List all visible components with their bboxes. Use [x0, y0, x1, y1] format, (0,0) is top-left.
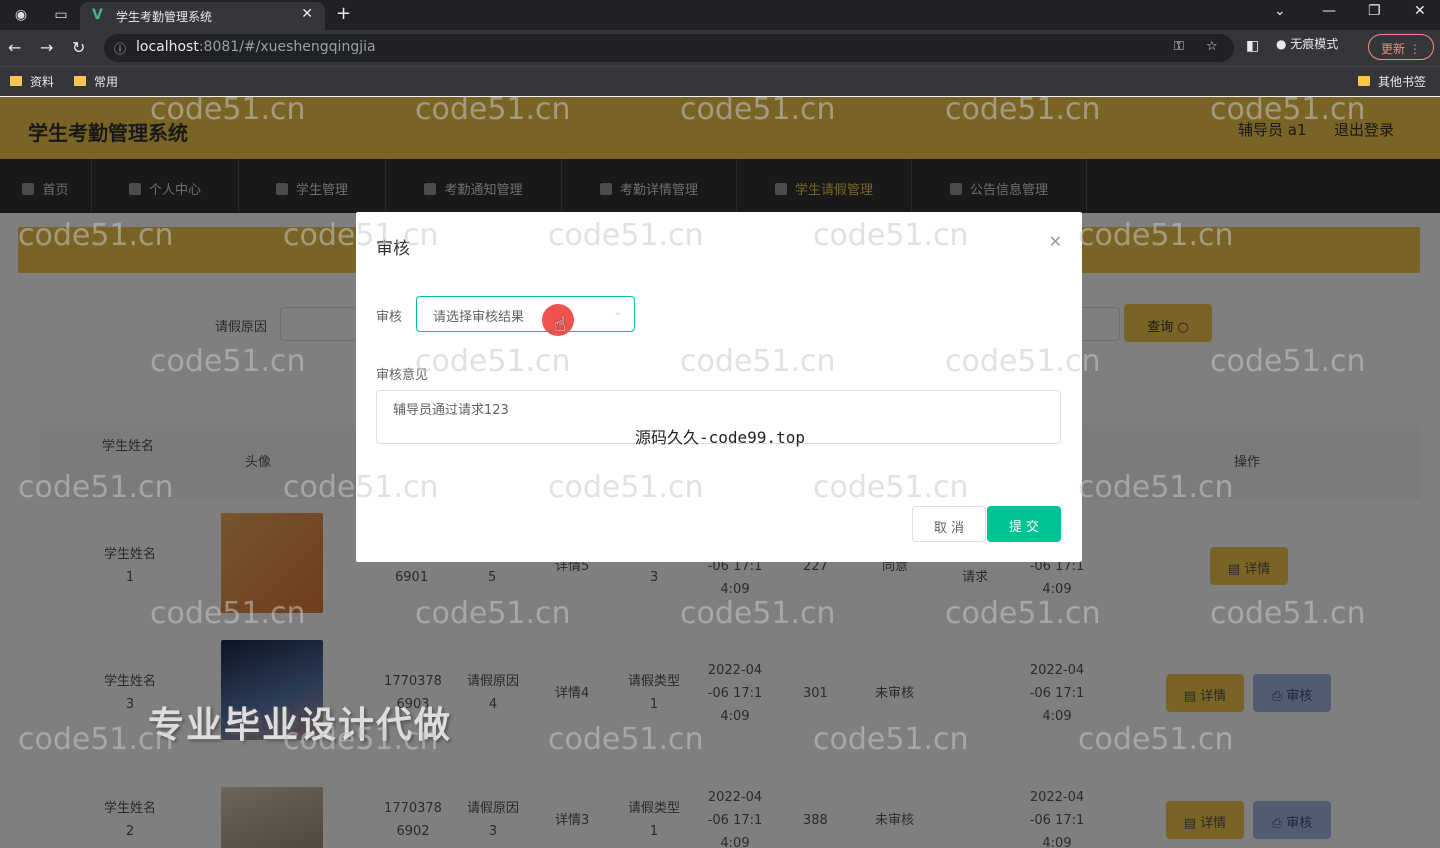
tab-list-icon[interactable]: ⌄	[1274, 3, 1286, 19]
key-icon[interactable]: ⚿	[1174, 39, 1184, 54]
review-dialog: 审核 ✕ 审核 请选择审核结果 ⌄ ☝ 审核意见 辅导员通过请求123 取 消 …	[356, 212, 1082, 562]
hand-cursor-icon: ☝	[554, 312, 567, 336]
site-info-icon[interactable]: ⓘ	[114, 40, 126, 57]
folder-icon	[74, 76, 86, 86]
forward-icon[interactable]: →	[40, 38, 53, 57]
incognito-indicator[interactable]: ● 无痕模式	[1276, 35, 1338, 52]
minimize-icon[interactable]: —	[1322, 3, 1336, 19]
url-text: localhost:8081/#/xueshengqingjia	[136, 39, 376, 55]
browser-tab[interactable]: V 学生考勤管理系统 ✕	[80, 2, 325, 30]
select-placeholder: 请选择审核结果	[433, 310, 525, 325]
close-icon[interactable]: ✕	[1049, 232, 1062, 251]
sidepanel-icon[interactable]: ◧	[1246, 38, 1259, 54]
bookmarks-bar: 资料 常用 其他书签	[0, 66, 1440, 96]
tab-title: 学生考勤管理系统	[116, 10, 213, 24]
browser-menu-icon[interactable]: ◉	[12, 6, 30, 24]
url-field[interactable]: ⓘ localhost:8081/#/xueshengqingjia ⚿ ☆	[104, 34, 1234, 62]
cancel-button[interactable]: 取 消	[912, 506, 986, 542]
restore-icon[interactable]: ❐	[1368, 3, 1381, 19]
vue-icon: V	[92, 7, 103, 23]
bookmark-folder[interactable]: 资料	[10, 73, 54, 90]
address-bar-row: ← → ↻ ⓘ localhost:8081/#/xueshengqingjia…	[0, 30, 1440, 66]
tab-search-icon[interactable]: ▭	[52, 6, 70, 24]
star-icon[interactable]: ☆	[1206, 39, 1218, 54]
review-label: 审核	[376, 310, 403, 325]
opinion-label: 审核意见	[376, 368, 429, 383]
browser-tabbar: ◉ ▭ V 学生考勤管理系统 ✕ + ⌄ — ❐ ✕	[0, 0, 1440, 30]
folder-icon	[10, 76, 22, 86]
reload-icon[interactable]: ↻	[72, 38, 85, 57]
close-window-icon[interactable]: ✕	[1414, 3, 1426, 19]
new-tab-icon[interactable]: +	[336, 3, 351, 24]
dialog-title: 审核	[376, 239, 410, 259]
review-result-select[interactable]: 请选择审核结果 ⌄	[416, 296, 635, 332]
promo-text: 专业毕业设计代做	[148, 705, 453, 746]
other-bookmarks[interactable]: 其他书签	[1358, 73, 1426, 90]
chevron-down-icon: ⌄	[613, 307, 622, 318]
source-watermark: 源码久久-code99.top	[635, 428, 805, 447]
update-button[interactable]: 更新 ⋮	[1368, 34, 1434, 60]
tab-close-icon[interactable]: ✕	[301, 6, 313, 22]
folder-icon	[1358, 76, 1370, 86]
opinion-value: 辅导员通过请求123	[393, 403, 509, 418]
back-icon[interactable]: ←	[8, 38, 21, 57]
bookmark-folder[interactable]: 常用	[74, 73, 118, 90]
submit-button[interactable]: 提 交	[987, 506, 1061, 542]
